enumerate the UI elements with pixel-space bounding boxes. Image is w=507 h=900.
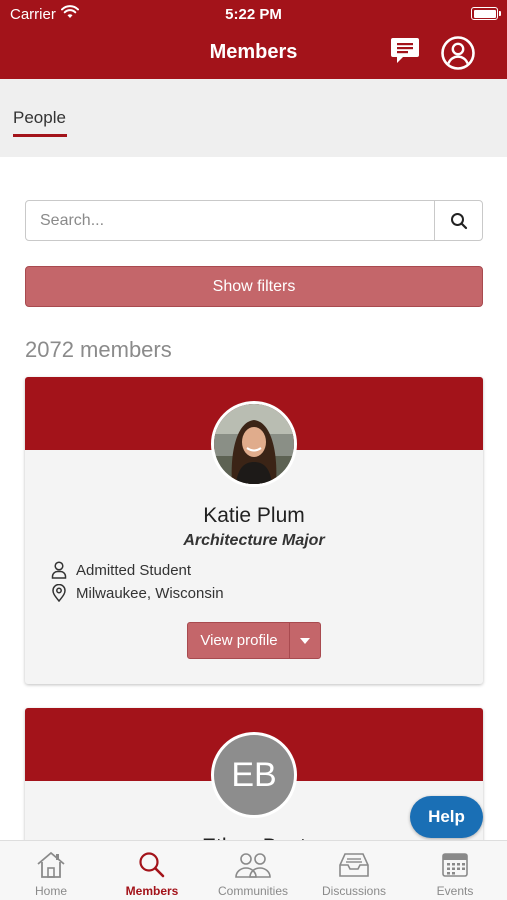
nav-events-label: Events	[436, 884, 474, 898]
avatar[interactable]: EB	[211, 732, 297, 818]
people-icon	[235, 853, 271, 878]
profile-icon[interactable]	[440, 35, 476, 76]
bottom-navigation: Home Members Communities Discussions Eve…	[0, 840, 507, 900]
search-box	[25, 200, 483, 241]
status-time: 5:22 PM	[225, 6, 282, 23]
nav-events[interactable]: Events	[405, 841, 505, 900]
member-card: Katie Plum Architecture Major Admitted S…	[25, 377, 483, 684]
search-icon	[139, 852, 165, 878]
tab-people[interactable]: People	[13, 108, 66, 128]
view-profile-button[interactable]: View profile	[188, 623, 290, 658]
profile-options-dropdown[interactable]	[289, 623, 320, 658]
member-status: Admitted Student	[76, 561, 192, 579]
member-major: Architecture Major	[183, 532, 325, 549]
search-icon	[450, 212, 467, 229]
nav-members-label: Members	[125, 884, 179, 898]
app-header: Carrier 5:22 PM Members	[0, 0, 507, 79]
page-title: Members	[209, 41, 298, 63]
tab-active-indicator	[13, 134, 67, 137]
chat-icon[interactable]	[389, 36, 421, 71]
help-button[interactable]: Help	[410, 796, 483, 838]
caret-down-icon	[300, 637, 310, 644]
status-bar: Carrier 5:22 PM	[0, 0, 507, 28]
show-filters-button[interactable]: Show filters	[25, 266, 483, 307]
battery-icon	[471, 7, 501, 20]
nav-communities-label: Communities	[217, 884, 289, 898]
nav-discussions[interactable]: Discussions	[304, 841, 404, 900]
member-location: Milwaukee, Wisconsin	[76, 584, 224, 602]
tab-bar	[0, 79, 507, 157]
nav-discussions-label: Discussions	[321, 884, 387, 898]
view-profile-group: View profile	[187, 622, 321, 659]
nav-members[interactable]: Members	[102, 841, 202, 900]
home-icon	[37, 851, 65, 878]
inbox-icon	[339, 853, 369, 877]
calendar-icon	[442, 853, 468, 877]
member-name: Katie Plum	[203, 504, 305, 527]
location-pin-icon	[52, 584, 66, 602]
person-icon	[51, 561, 67, 579]
avatar[interactable]	[211, 401, 297, 487]
nav-communities[interactable]: Communities	[203, 841, 303, 900]
search-input[interactable]	[26, 201, 434, 240]
nav-home-label: Home	[34, 884, 67, 898]
nav-home[interactable]: Home	[1, 841, 101, 900]
member-status-row: Admitted Student	[51, 561, 191, 579]
member-location-row: Milwaukee, Wisconsin	[51, 584, 224, 602]
member-count: 2072 members	[25, 337, 172, 362]
search-button[interactable]	[434, 201, 482, 240]
